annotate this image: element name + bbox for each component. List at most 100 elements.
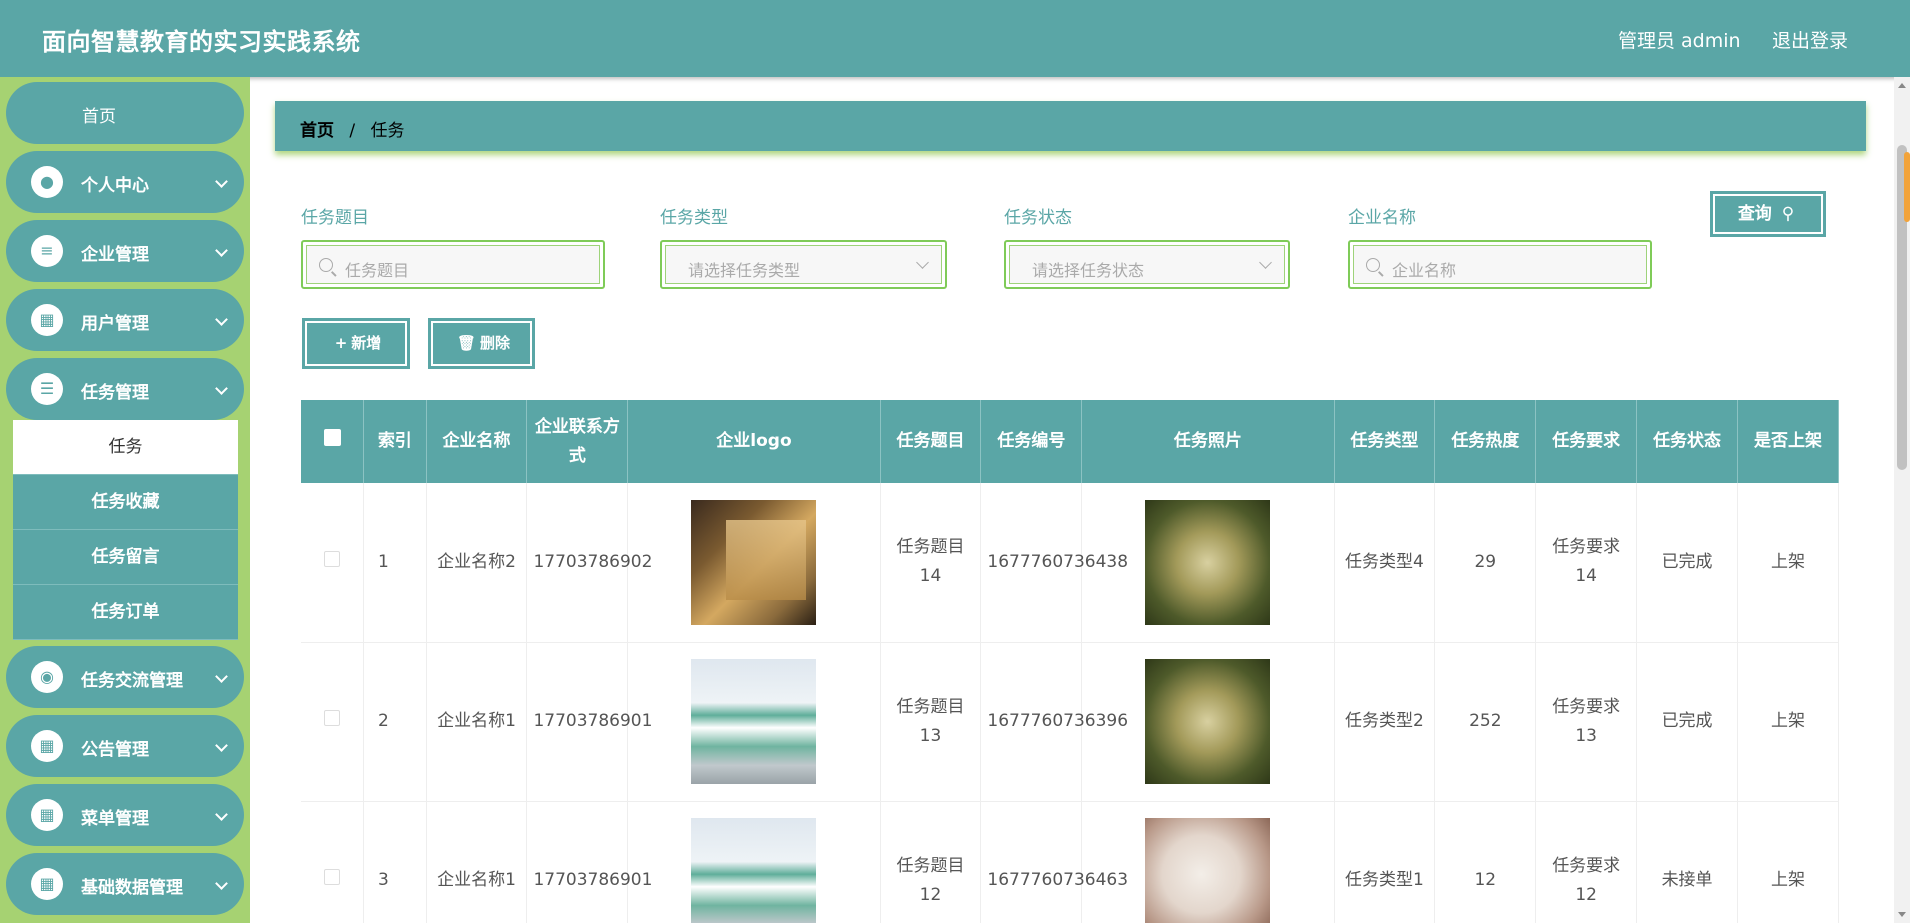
table-row: 1 企业名称2 17703786902 任务题目14 1677760736438…: [301, 483, 1839, 643]
query-button[interactable]: 查询 ⚲: [1710, 191, 1826, 237]
task-table: 索引 企业名称 企业联系方式 企业logo 任务题目 任务编号 任务照片 任务类…: [301, 400, 1839, 923]
company-name-label: 企业名称: [1348, 208, 1416, 228]
column-header: 企业logo: [627, 400, 881, 483]
scroll-down-arrow-icon[interactable]: [1898, 912, 1906, 917]
sidebar-item-company-management[interactable]: ≡ 企业管理: [6, 220, 244, 282]
task-photo-image: [1145, 499, 1271, 625]
task-type-select[interactable]: 请选择任务类型: [660, 240, 947, 289]
chevron-down-icon: [215, 175, 228, 188]
task-status-label: 任务状态: [1004, 208, 1072, 228]
cell-status: 已完成: [1636, 483, 1738, 643]
cell-type: 任务类型1: [1334, 801, 1436, 923]
task-status-placeholder: 请选择任务状态: [1032, 261, 1145, 280]
bulb-icon: ◉: [31, 661, 63, 693]
plus-icon: +: [334, 334, 348, 352]
table-row: 2 企业名称1 17703786901 任务题目13 1677760736396…: [301, 642, 1839, 802]
submenu-item-task[interactable]: 任务: [13, 420, 238, 475]
scroll-accent-marker: [1904, 152, 1910, 222]
sidebar-item-label: 公告管理: [81, 740, 149, 760]
cell-type: 任务类型2: [1334, 642, 1436, 802]
task-type-label: 任务类型: [660, 208, 728, 228]
submenu-item-task-favorites[interactable]: 任务收藏: [13, 475, 238, 530]
grid-icon: ▦: [31, 304, 63, 336]
row-checkbox[interactable]: [301, 801, 365, 923]
top-header: 面向智慧教育的实习实践系统 管理员 admin 退出登录: [0, 0, 1910, 77]
column-header: 任务要求: [1535, 400, 1638, 483]
column-header: 任务题目: [880, 400, 982, 483]
cell-title: 任务题目12: [880, 801, 982, 923]
chevron-down-icon: [215, 244, 228, 257]
row-checkbox[interactable]: [301, 642, 365, 802]
chevron-down-icon: [916, 256, 929, 269]
company-name-input[interactable]: 企业名称: [1348, 240, 1652, 289]
cell-type: 任务类型4: [1334, 483, 1436, 643]
breadcrumb-current: 任务: [370, 121, 405, 141]
breadcrumb-home[interactable]: 首页: [300, 121, 334, 141]
page-scrollbar[interactable]: [1894, 77, 1910, 923]
cell-company: 企业名称2: [426, 483, 528, 643]
sidebar-item-label: 个人中心: [81, 176, 149, 196]
add-button[interactable]: + 新增: [302, 318, 410, 369]
sidebar-item-label: 用户管理: [81, 314, 149, 334]
company-logo-image: [691, 659, 817, 784]
chevron-down-icon: [215, 670, 228, 683]
task-title-input[interactable]: 任务题目: [301, 240, 605, 289]
cell-code: 1677760736438: [980, 483, 1128, 643]
cell-shelf: 上架: [1737, 483, 1839, 643]
task-submenu: 任务 任务收藏 任务留言 任务订单: [13, 420, 238, 640]
sidebar-item-task-exchange[interactable]: ◉ 任务交流管理: [6, 646, 244, 708]
cell-code: 1677760736463: [980, 801, 1128, 923]
task-type-placeholder: 请选择任务类型: [688, 261, 801, 280]
task-status-select[interactable]: 请选择任务状态: [1004, 240, 1290, 289]
sidebar-item-task-management[interactable]: ☰ 任务管理: [6, 358, 244, 420]
delete-button[interactable]: 🗑 删除: [428, 318, 535, 369]
sidebar-item-personal-center[interactable]: ● 个人中心: [6, 151, 244, 213]
cell-requirement: 任务要求14: [1535, 483, 1638, 643]
search-icon: [319, 258, 333, 272]
table-header-row: 索引 企业名称 企业联系方式 企业logo 任务题目 任务编号 任务照片 任务类…: [301, 400, 1839, 483]
column-header: 企业联系方式: [526, 400, 629, 483]
sidebar-item-label: 基础数据管理: [81, 878, 183, 898]
chevron-down-icon: [215, 808, 228, 821]
sidebar-item-label: 任务交流管理: [81, 671, 183, 691]
cell-shelf: 上架: [1737, 642, 1839, 802]
cell-phone: 17703786901: [526, 642, 652, 802]
sidebar-item-user-management[interactable]: ▦ 用户管理: [6, 289, 244, 351]
current-user: 管理员 admin: [1618, 30, 1741, 52]
sidebar-item-announcement[interactable]: ▦ 公告管理: [6, 715, 244, 777]
cell-heat: 252: [1434, 642, 1537, 802]
column-header: 企业名称: [426, 400, 528, 483]
task-title-placeholder: 任务题目: [345, 261, 410, 280]
select-all-checkbox[interactable]: [301, 400, 365, 483]
cell-status: 已完成: [1636, 642, 1738, 802]
chevron-down-icon: [215, 739, 228, 752]
grid-icon: ▦: [31, 799, 63, 831]
cell-index: 3: [363, 801, 427, 923]
sidebar-item-home[interactable]: 首页: [6, 82, 244, 144]
grid-icon: ▦: [31, 868, 63, 900]
cell-company: 企业名称1: [426, 801, 528, 923]
submenu-item-task-messages[interactable]: 任务留言: [13, 530, 238, 585]
breadcrumb-separator: /: [349, 121, 356, 141]
cell-code: 1677760736396: [980, 642, 1128, 802]
cell-shelf: 上架: [1737, 801, 1839, 923]
scroll-up-arrow-icon[interactable]: [1898, 83, 1906, 88]
cell-index: 2: [363, 642, 427, 802]
sidebar-item-menu-management[interactable]: ▦ 菜单管理: [6, 784, 244, 846]
column-header: 任务类型: [1334, 400, 1436, 483]
chevron-down-icon: [215, 313, 228, 326]
grid-icon: ▦: [31, 730, 63, 762]
sidebar-item-label: 首页: [82, 107, 116, 127]
search-icon: [1366, 258, 1380, 272]
sidebar-item-label: 菜单管理: [81, 809, 149, 829]
person-icon: ●: [31, 166, 63, 198]
row-checkbox[interactable]: [301, 483, 365, 643]
table-row: 3 企业名称1 17703786901 任务题目12 1677760736463…: [301, 801, 1839, 923]
logout-button[interactable]: 退出登录: [1772, 26, 1848, 53]
task-photo-image: [1145, 659, 1271, 784]
submenu-item-task-orders[interactable]: 任务订单: [13, 585, 238, 640]
company-name-placeholder: 企业名称: [1392, 261, 1457, 280]
sidebar-item-basic-data[interactable]: ▦ 基础数据管理: [6, 853, 244, 915]
cell-requirement: 任务要求13: [1535, 642, 1638, 802]
cell-phone: 17703786901: [526, 801, 652, 923]
